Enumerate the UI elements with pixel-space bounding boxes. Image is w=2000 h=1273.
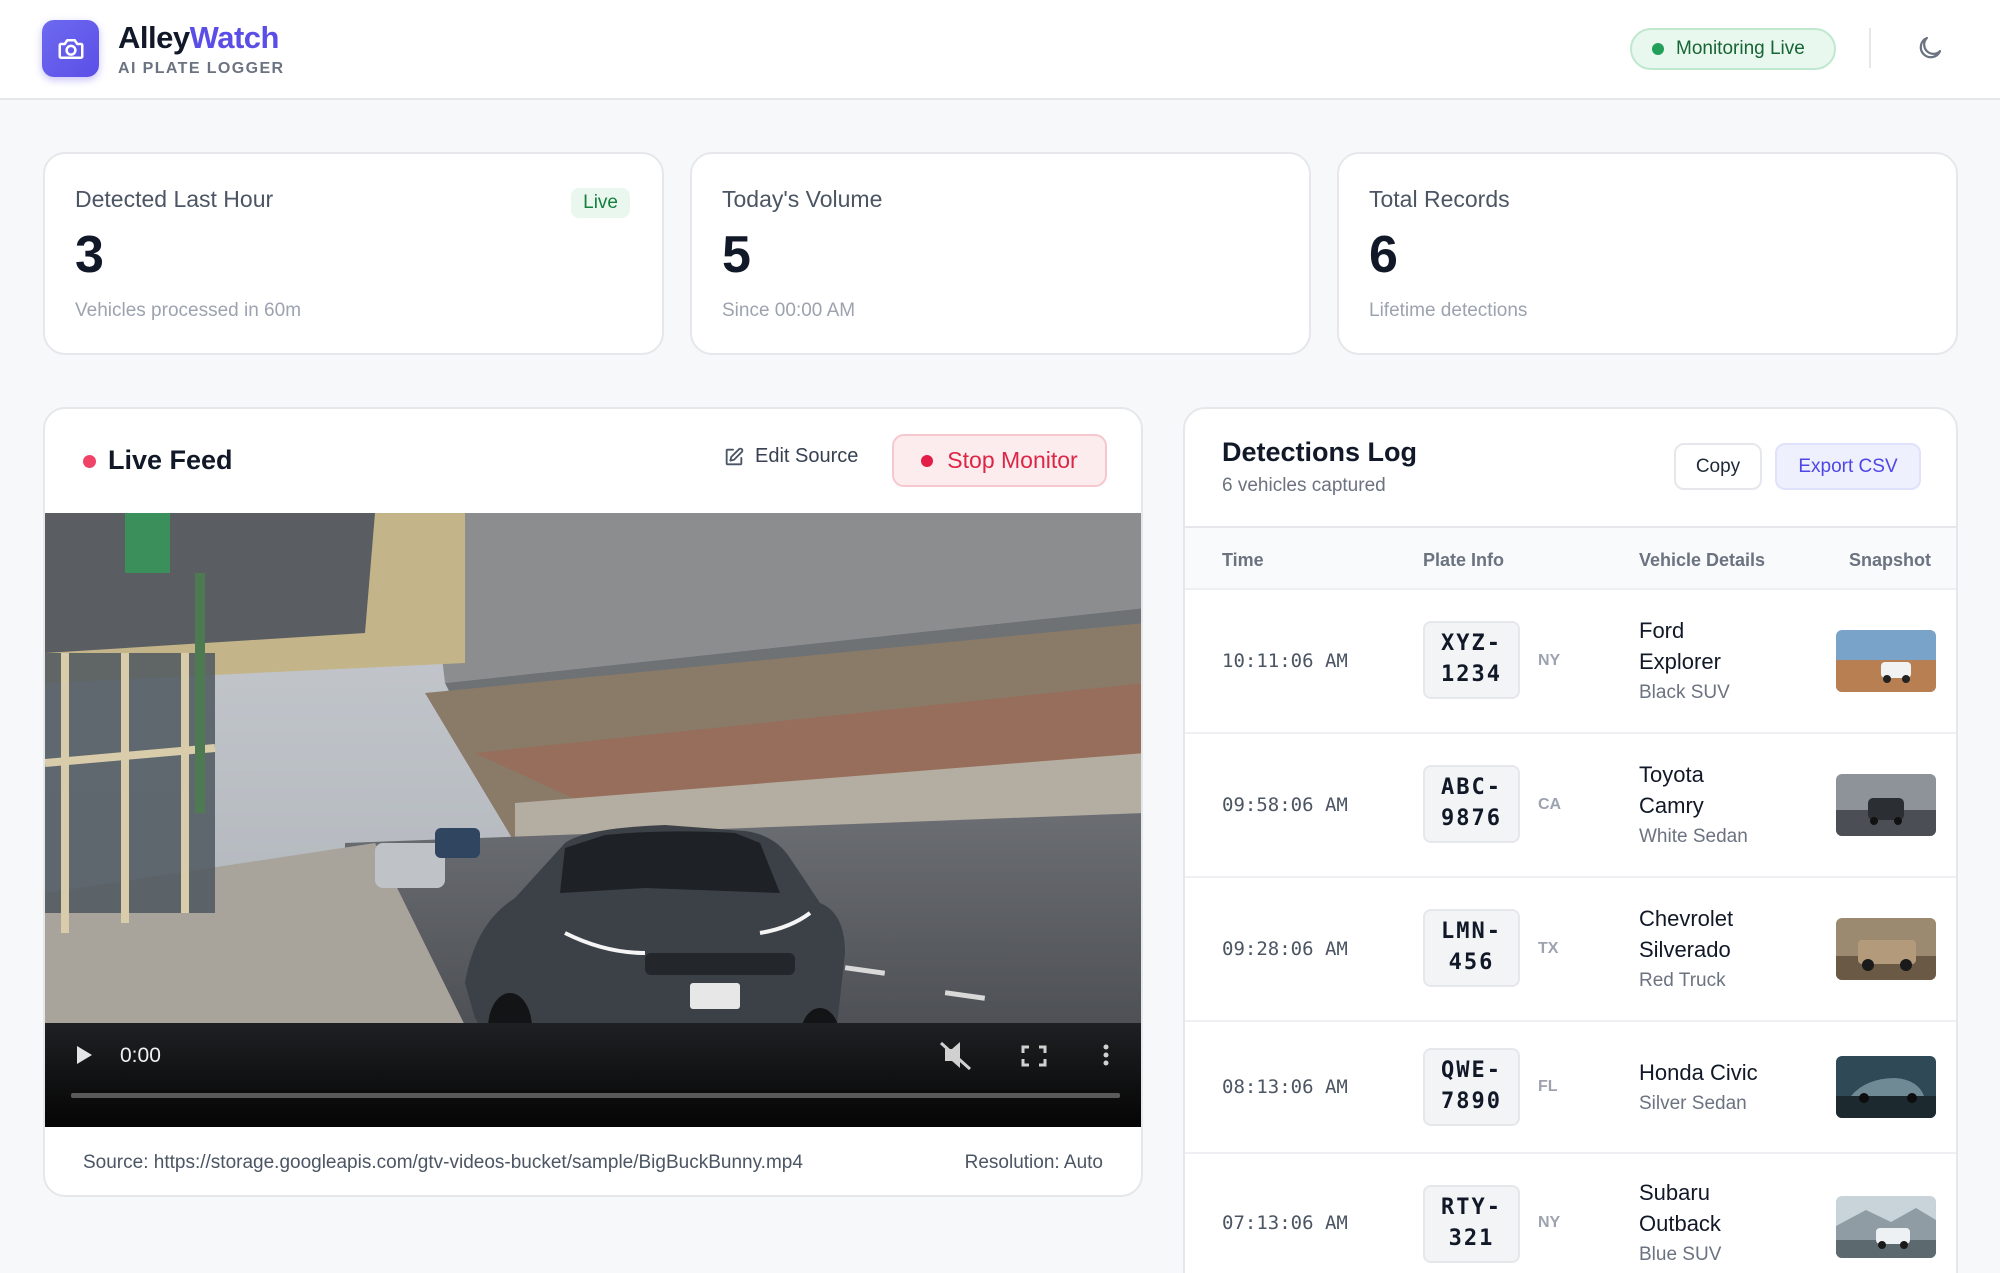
vehicle-details: Chevrolet Silverado Red Truck <box>1639 906 1734 991</box>
edit-icon <box>725 447 744 465</box>
stat-subtitle: Lifetime detections <box>1369 300 1528 322</box>
stat-title: Detected Last Hour <box>75 186 274 212</box>
video-player[interactable]: 0:00 <box>45 513 1141 1127</box>
stat-card-total-records: Total Records 6 Lifetime detections <box>1337 152 1958 355</box>
feed-title: Live Feed <box>108 445 233 475</box>
plate-state: TX <box>1538 940 1559 957</box>
feed-footer: Source: https://storage.googleapis.com/g… <box>45 1127 1141 1195</box>
plate-number: QWE- 7890 <box>1423 1048 1520 1126</box>
vehicle-details: Ford Explorer Black SUV <box>1639 618 1730 703</box>
stop-dot-icon <box>921 454 934 467</box>
detection-time: 08:13:06 AM <box>1222 1076 1348 1098</box>
table-row[interactable]: 10:11:06 AM XYZ- 1234 NY Ford Explorer Bla… <box>1185 590 1956 734</box>
theme-toggle-button[interactable] <box>1910 28 1950 68</box>
column-header-time: Time <box>1222 550 1264 570</box>
stat-value: 6 <box>1369 226 1398 284</box>
snapshot-thumbnail[interactable] <box>1836 774 1936 836</box>
detection-time: 10:11:06 AM <box>1222 650 1348 672</box>
stat-card-last-hour: Detected Last Hour 3 Vehicles processed … <box>43 152 664 355</box>
table-row[interactable]: 09:28:06 AM LMN- 456 TX Chevrolet Silverad… <box>1185 878 1956 1022</box>
camera-logo-icon <box>42 20 99 77</box>
edit-source-button[interactable]: Edit Source <box>723 445 858 468</box>
stat-value: 5 <box>722 226 751 284</box>
brand-subtitle: AI PLATE LOGGER <box>118 60 285 77</box>
vehicle-details: Toyota Camry White Sedan <box>1639 762 1748 847</box>
column-header-plate: Plate Info <box>1423 550 1505 570</box>
plate-state: CA <box>1538 796 1562 813</box>
video-frame-image: 0:00 <box>45 513 1141 1127</box>
column-header-vehicle: Vehicle Details <box>1639 550 1766 570</box>
stop-monitor-label: Stop Monitor <box>947 447 1078 473</box>
stat-subtitle: Vehicles processed in 60m <box>75 300 302 322</box>
recording-dot-icon <box>83 455 96 468</box>
brand-name: AlleyWatch <box>118 20 279 55</box>
log-subtitle: 6 vehicles captured <box>1222 475 1386 496</box>
table-row[interactable]: 09:58:06 AM ABC- 9876 CA Toyota Camry Whit… <box>1185 734 1956 878</box>
live-badge: Live <box>571 188 630 218</box>
detections-log-panel: Detections Log 6 vehicles captured Copy … <box>1183 407 1958 1273</box>
live-feed-panel: Live Feed Edit Source Stop Monitor 0:00 … <box>43 407 1143 1197</box>
stat-value: 3 <box>75 226 104 284</box>
monitoring-status-badge: Monitoring Live <box>1630 28 1836 70</box>
plate-number: RTY- 321 <box>1423 1185 1520 1263</box>
stop-monitor-button[interactable]: Stop Monitor <box>892 434 1107 487</box>
copy-button[interactable]: Copy <box>1674 443 1762 490</box>
top-bar: AlleyWatch AI PLATE LOGGER Monitoring Li… <box>0 0 2000 100</box>
video-source-text: Source: https://storage.googleapis.com/g… <box>83 1152 803 1173</box>
video-progress-track[interactable] <box>71 1093 1120 1098</box>
vehicle-details: Subaru Outback Blue SUV <box>1639 1180 1722 1265</box>
plate-state: NY <box>1538 652 1561 669</box>
stat-title: Today's Volume <box>722 186 883 212</box>
snapshot-thumbnail[interactable] <box>1836 1056 1936 1118</box>
detection-time: 09:28:06 AM <box>1222 938 1348 960</box>
detection-time: 07:13:06 AM <box>1222 1212 1348 1234</box>
table-row[interactable]: 07:13:06 AM RTY- 321 NY Subaru Outback Blu… <box>1185 1154 1956 1273</box>
edit-source-label: Edit Source <box>755 445 859 467</box>
plate-number: XYZ- 1234 <box>1423 621 1520 699</box>
header-divider <box>1869 28 1871 68</box>
snapshot-thumbnail[interactable] <box>1836 918 1936 980</box>
video-time: 0:00 <box>120 1044 161 1067</box>
export-csv-button[interactable]: Export CSV <box>1775 443 1921 490</box>
more-options-icon[interactable] <box>1103 1044 1109 1066</box>
stat-title: Total Records <box>1369 186 1510 212</box>
status-dot-icon <box>1652 43 1664 55</box>
snapshot-thumbnail[interactable] <box>1836 630 1936 692</box>
status-label: Monitoring Live <box>1676 38 1805 59</box>
stat-subtitle: Since 00:00 AM <box>722 300 856 322</box>
table-row[interactable]: 08:13:06 AM QWE- 7890 FL Honda Civic Silv… <box>1185 1022 1956 1154</box>
log-title: Detections Log <box>1222 437 1418 467</box>
resolution-text: Resolution: Auto <box>964 1152 1103 1173</box>
moon-icon <box>1919 36 1942 59</box>
vehicle-details: Honda Civic Silver Sedan <box>1639 1060 1758 1114</box>
plate-state: NY <box>1538 1214 1561 1231</box>
snapshot-thumbnail[interactable] <box>1836 1196 1936 1258</box>
feed-header: Live Feed Edit Source Stop Monitor <box>45 409 1141 513</box>
plate-number: LMN- 456 <box>1423 909 1520 987</box>
table-header: Time Plate Info Vehicle Details Snapshot <box>1185 526 1956 590</box>
stat-card-today-volume: Today's Volume 5 Since 00:00 AM <box>690 152 1311 355</box>
column-header-snapshot: Snapshot <box>1849 550 1932 570</box>
brand: AlleyWatch AI PLATE LOGGER <box>118 20 284 78</box>
plate-number: ABC- 9876 <box>1423 765 1520 843</box>
detection-time: 09:58:06 AM <box>1222 794 1348 816</box>
plate-state: FL <box>1538 1078 1558 1095</box>
